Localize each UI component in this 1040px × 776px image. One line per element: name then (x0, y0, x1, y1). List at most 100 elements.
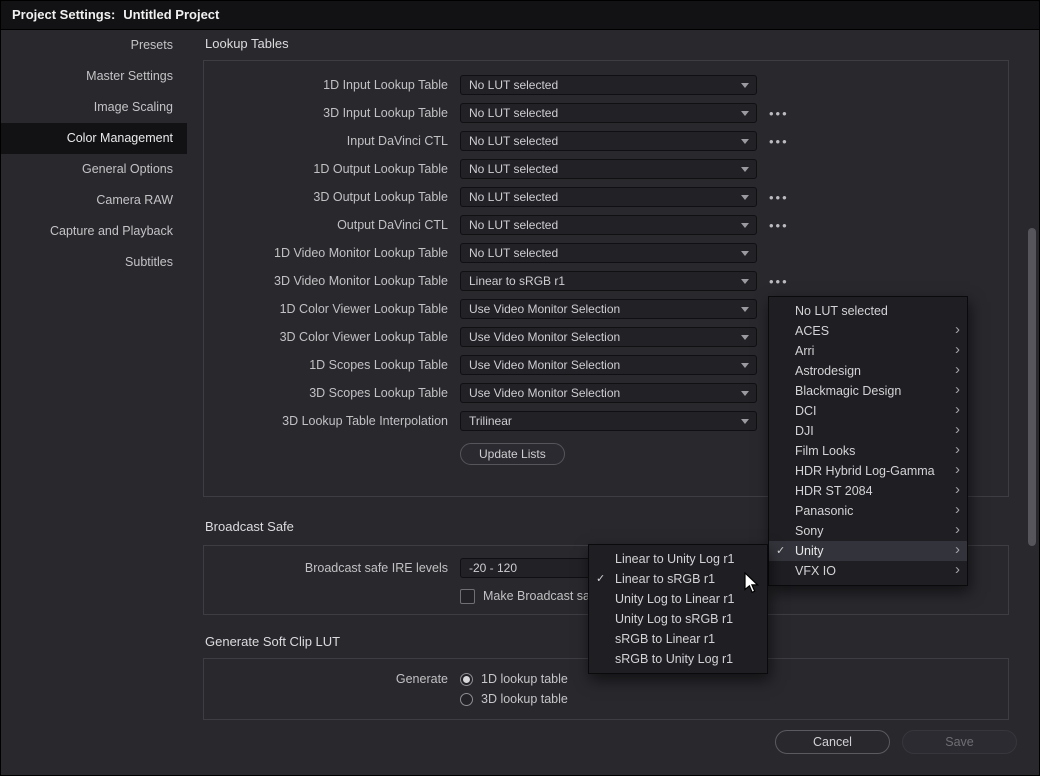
menu-item-arri[interactable]: Arri (769, 341, 967, 361)
1d-video-monitor-lut-dropdown[interactable]: No LUT selected (460, 243, 757, 263)
setting-label: Broadcast safe IRE levels (204, 561, 448, 575)
menu-item-aces[interactable]: ACES (769, 321, 967, 341)
setting-row: 3D Video Monitor Lookup Table Linear to … (204, 267, 1008, 295)
options-menu-icon[interactable] (769, 134, 789, 149)
setting-label: 1D Color Viewer Lookup Table (204, 302, 448, 316)
submenu-item-srgb-to-unity-log[interactable]: sRGB to Unity Log r1 (589, 649, 767, 669)
chevron-right-icon (955, 360, 960, 380)
output-davinci-ctl-dropdown[interactable]: No LUT selected (460, 215, 757, 235)
chevron-down-icon (741, 111, 749, 116)
submenu-item-srgb-to-linear[interactable]: sRGB to Linear r1 (589, 629, 767, 649)
chevron-down-icon (741, 195, 749, 200)
chevron-right-icon (955, 400, 960, 420)
dropdown-value: Use Video Monitor Selection (469, 302, 620, 316)
3d-video-monitor-lut-dropdown[interactable]: Linear to sRGB r1 (460, 271, 757, 291)
options-menu-icon[interactable] (769, 218, 789, 233)
3d-lut-interpolation-dropdown[interactable]: Trilinear (460, 411, 757, 431)
chevron-right-icon (955, 500, 960, 520)
dropdown-value: Linear to sRGB r1 (469, 274, 565, 288)
save-button[interactable]: Save (902, 730, 1017, 754)
menu-item-unity[interactable]: Unity (769, 541, 967, 561)
generate-options: 1D lookup table 3D lookup table (460, 669, 568, 709)
sidebar-item-camera-raw[interactable]: Camera RAW (0, 185, 187, 216)
chevron-down-icon (741, 167, 749, 172)
menu-item-dci[interactable]: DCI (769, 401, 967, 421)
menu-item-label: VFX IO (795, 564, 836, 578)
dropdown-value: No LUT selected (469, 162, 558, 176)
options-menu-icon[interactable] (769, 190, 789, 205)
setting-label: 3D Input Lookup Table (204, 106, 448, 120)
menu-item-label: Unity (795, 544, 823, 558)
sidebar-item-subtitles[interactable]: Subtitles (0, 247, 187, 278)
menu-item-panasonic[interactable]: Panasonic (769, 501, 967, 521)
checkmark-icon (776, 541, 785, 561)
menu-item-label: Unity Log to sRGB r1 (615, 612, 733, 626)
sidebar-item-capture-playback[interactable]: Capture and Playback (0, 216, 187, 247)
1d-scopes-lut-dropdown[interactable]: Use Video Monitor Selection (460, 355, 757, 375)
menu-item-blackmagic-design[interactable]: Blackmagic Design (769, 381, 967, 401)
radio-selected-icon[interactable] (460, 673, 473, 686)
submenu-item-unity-log-to-srgb[interactable]: Unity Log to sRGB r1 (589, 609, 767, 629)
dropdown-value: No LUT selected (469, 106, 558, 120)
setting-row: 3D Output Lookup Table No LUT selected (204, 183, 1008, 211)
menu-item-sony[interactable]: Sony (769, 521, 967, 541)
sidebar-item-general-options[interactable]: General Options (0, 154, 187, 185)
menu-item-label: Blackmagic Design (795, 384, 901, 398)
setting-label: 3D Video Monitor Lookup Table (204, 274, 448, 288)
submenu-item-unity-log-to-linear[interactable]: Unity Log to Linear r1 (589, 589, 767, 609)
make-broadcast-safe-checkbox[interactable] (460, 589, 475, 604)
3d-output-lut-dropdown[interactable]: No LUT selected (460, 187, 757, 207)
1d-output-lut-dropdown[interactable]: No LUT selected (460, 159, 757, 179)
setting-row: 3D Input Lookup Table No LUT selected (204, 99, 1008, 127)
sidebar-item-master-settings[interactable]: Master Settings (0, 61, 187, 92)
setting-label: 3D Lookup Table Interpolation (204, 414, 448, 428)
menu-item-film-looks[interactable]: Film Looks (769, 441, 967, 461)
chevron-down-icon (741, 419, 749, 424)
setting-label: 1D Video Monitor Lookup Table (204, 246, 448, 260)
checkmark-icon (596, 569, 605, 589)
chevron-down-icon (741, 307, 749, 312)
1d-input-lut-dropdown[interactable]: No LUT selected (460, 75, 757, 95)
3d-input-lut-dropdown[interactable]: No LUT selected (460, 103, 757, 123)
submenu-item-linear-to-unity-log[interactable]: Linear to Unity Log r1 (589, 549, 767, 569)
options-menu-icon[interactable] (769, 274, 789, 289)
sidebar-item-color-management[interactable]: Color Management (0, 123, 187, 154)
input-davinci-ctl-dropdown[interactable]: No LUT selected (460, 131, 757, 151)
menu-item-no-lut[interactable]: No LUT selected (769, 301, 967, 321)
chevron-down-icon (741, 391, 749, 396)
setting-row: 1D Input Lookup Table No LUT selected (204, 71, 1008, 99)
dropdown-value: No LUT selected (469, 134, 558, 148)
chevron-down-icon (741, 363, 749, 368)
dropdown-value: No LUT selected (469, 218, 558, 232)
submenu-item-linear-to-srgb[interactable]: Linear to sRGB r1 (589, 569, 767, 589)
menu-item-label: Arri (795, 344, 814, 358)
3d-color-viewer-lut-dropdown[interactable]: Use Video Monitor Selection (460, 327, 757, 347)
dropdown-value: Trilinear (469, 414, 512, 428)
3d-scopes-lut-dropdown[interactable]: Use Video Monitor Selection (460, 383, 757, 403)
1d-color-viewer-lut-dropdown[interactable]: Use Video Monitor Selection (460, 299, 757, 319)
radio-option-3d[interactable]: 3D lookup table (460, 689, 568, 709)
vertical-scrollbar[interactable] (1028, 228, 1036, 546)
menu-item-label: DCI (795, 404, 817, 418)
radio-unselected-icon[interactable] (460, 693, 473, 706)
options-menu-icon[interactable] (769, 106, 789, 121)
setting-row: Generate 1D lookup table 3D lookup table (204, 669, 1008, 709)
menu-item-vfx-io[interactable]: VFX IO (769, 561, 967, 581)
setting-row: 1D Output Lookup Table No LUT selected (204, 155, 1008, 183)
cancel-button[interactable]: Cancel (775, 730, 890, 754)
menu-item-hdr-hybrid-log-gamma[interactable]: HDR Hybrid Log-Gamma (769, 461, 967, 481)
sidebar-item-image-scaling[interactable]: Image Scaling (0, 92, 187, 123)
radio-option-1d[interactable]: 1D lookup table (460, 669, 568, 689)
dialog-title: Project Settings: (12, 7, 115, 22)
section-title-broadcast-safe: Broadcast Safe (205, 519, 294, 534)
menu-item-hdr-st-2084[interactable]: HDR ST 2084 (769, 481, 967, 501)
setting-label: 1D Input Lookup Table (204, 78, 448, 92)
menu-item-label: sRGB to Unity Log r1 (615, 652, 733, 666)
dropdown-value: -20 - 120 (469, 561, 517, 575)
update-lists-button[interactable]: Update Lists (460, 443, 565, 465)
menu-item-astrodesign[interactable]: Astrodesign (769, 361, 967, 381)
dropdown-value: No LUT selected (469, 190, 558, 204)
sidebar-item-presets[interactable]: Presets (0, 30, 187, 61)
menu-item-dji[interactable]: DJI (769, 421, 967, 441)
chevron-right-icon (955, 320, 960, 340)
